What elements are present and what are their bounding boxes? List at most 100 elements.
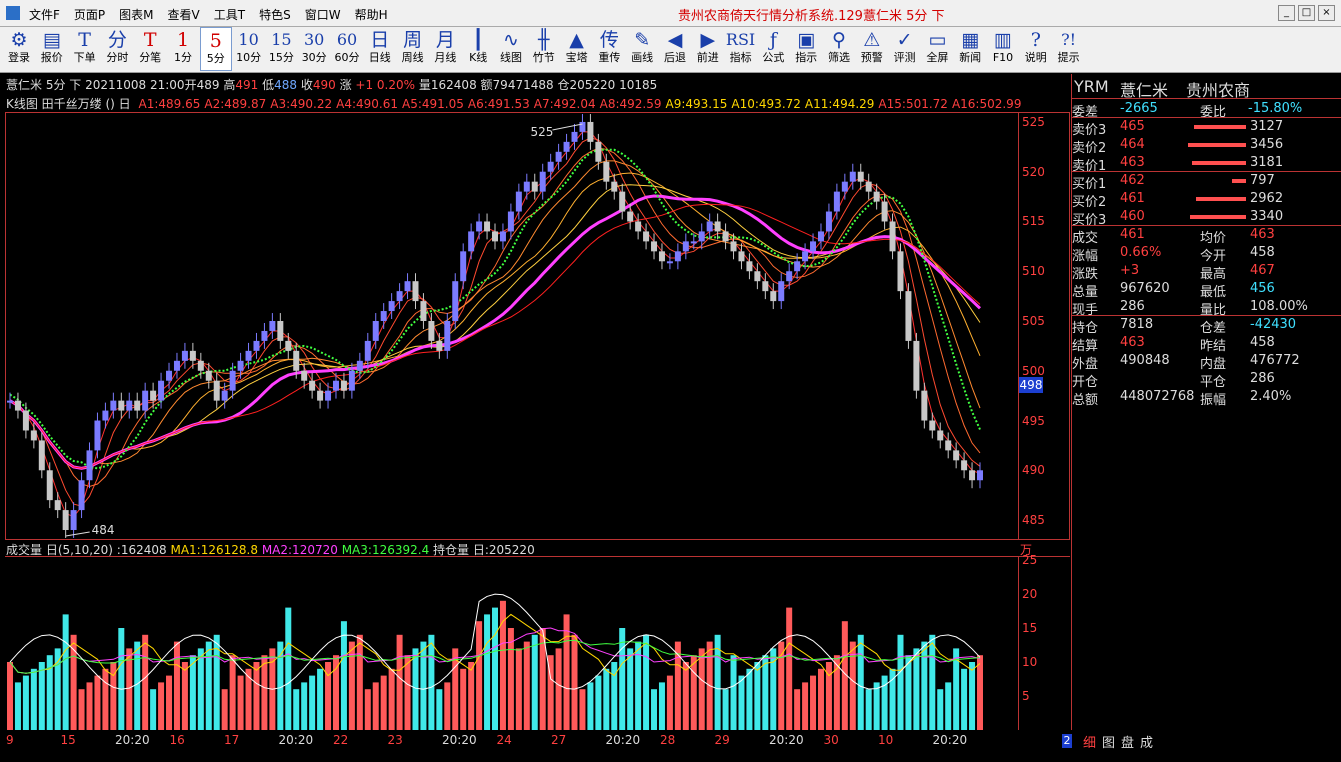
quote-row: 涨幅 0.66% 今开 458	[1072, 244, 1341, 264]
quote-row: 外盘 490848 内盘 476772	[1072, 352, 1341, 372]
volume-bar	[317, 668, 324, 730]
orderbook-price: 462	[1120, 173, 1145, 188]
volume-bar	[356, 634, 363, 730]
volume-bar	[929, 634, 936, 730]
stat-value: 458	[1250, 245, 1275, 260]
quote-tab-3[interactable]: 成	[1140, 736, 1153, 751]
stat-value: 463	[1250, 227, 1275, 242]
volume-bar	[913, 648, 920, 730]
stat-value: 286	[1250, 371, 1275, 386]
volume-bar	[181, 662, 188, 730]
volume-bar	[523, 641, 530, 730]
minimize-button[interactable]: _	[1278, 5, 1295, 21]
time-axis-label: 30	[823, 733, 839, 747]
volume-bar	[380, 675, 387, 730]
volume-bar	[587, 682, 594, 730]
volume-bar	[293, 689, 300, 730]
time-axis-label: 27	[551, 733, 567, 747]
stat-label: 振幅	[1200, 393, 1227, 408]
orderbook-depth-bar	[1196, 197, 1246, 201]
quote-tab-0[interactable]: 细	[1083, 736, 1096, 751]
orderbook-qty: 3127	[1250, 119, 1284, 134]
orderbook-depth-bar	[1188, 143, 1246, 147]
time-axis-label: 23	[387, 733, 403, 747]
quote-row: 涨跌 +3 最高 467	[1072, 262, 1341, 282]
stat-value: 286	[1120, 299, 1145, 314]
orderbook-price: 461	[1120, 191, 1145, 206]
quote-row: 卖价1 463 3181	[1072, 154, 1341, 174]
volume-bar	[412, 648, 419, 730]
volume-bar	[189, 655, 196, 730]
volume-bar	[579, 689, 586, 730]
volume-bar	[921, 641, 928, 730]
close-button[interactable]: ×	[1318, 5, 1335, 21]
quote-row: 成交 461 均价 463	[1072, 226, 1341, 246]
volume-bar	[150, 689, 157, 730]
volume-bar	[54, 648, 61, 730]
stat-value: 456	[1250, 281, 1275, 296]
time-axis-label: 28	[660, 733, 676, 747]
time-axis: 9 15 20:20 16 17 20:20 22 23 20:20 24 27 20:20 28 29 2…	[0, 733, 1070, 751]
quote-panel-header: YRM 薏仁米 贵州农商	[1072, 74, 1341, 100]
volume-bar	[571, 634, 578, 730]
volume-bar	[396, 634, 403, 730]
volume-bar	[945, 682, 952, 730]
wei-diff-value: -2665	[1120, 101, 1158, 116]
volume-bar	[865, 689, 872, 730]
volume-bar	[802, 682, 809, 730]
stat-value: 467	[1250, 263, 1275, 278]
volume-bar	[857, 634, 864, 730]
volume-bar	[14, 682, 21, 730]
quote-tab-1[interactable]: 图	[1102, 736, 1115, 751]
time-axis-label: 24	[496, 733, 512, 747]
volume-bar	[364, 689, 371, 730]
volume-bar	[499, 600, 506, 730]
volume-bar	[38, 662, 45, 730]
orderbook-qty: 3456	[1250, 137, 1284, 152]
volume-bar	[301, 682, 308, 730]
symbol-name: 薏仁米	[1120, 81, 1169, 100]
scroll-indicator[interactable]: 2	[1062, 734, 1072, 748]
volume-axis-label: 20	[1022, 587, 1038, 601]
volume-bar	[746, 668, 753, 730]
volume-bar	[905, 655, 912, 730]
stat-label: 总额	[1072, 393, 1099, 408]
maximize-button[interactable]: □	[1298, 5, 1315, 21]
volume-bar	[658, 682, 665, 730]
volume-bar	[595, 675, 602, 730]
orderbook-depth-bar	[1194, 125, 1246, 129]
volume-bar	[682, 662, 689, 730]
time-axis-label: 22	[333, 733, 349, 747]
volume-bar	[515, 648, 522, 730]
stat-value: 448072768	[1120, 389, 1195, 404]
volume-bar	[690, 655, 697, 730]
volume-axis-label: 10	[1022, 655, 1038, 669]
volume-bar	[94, 675, 101, 730]
time-axis-label: 20:20	[605, 733, 641, 747]
volume-bar	[372, 682, 379, 730]
volume-bar	[651, 689, 658, 730]
quote-row: 买价1 462 797	[1072, 172, 1341, 192]
volume-bar	[118, 628, 125, 730]
volume-bar	[738, 675, 745, 730]
volume-bar	[817, 668, 824, 730]
volume-bar	[30, 668, 37, 730]
volume-bar	[86, 682, 93, 730]
volume-chart[interactable]	[0, 0, 1070, 760]
volume-bar	[166, 675, 173, 730]
quote-tab-2[interactable]: 盘	[1121, 736, 1134, 751]
quote-row: 开仓 平仓 286	[1072, 370, 1341, 390]
volume-bar	[969, 662, 976, 730]
volume-bar	[158, 682, 165, 730]
orderbook-depth-bar	[1232, 179, 1246, 183]
volume-bar	[492, 607, 498, 730]
quote-row: 买价3 460 3340	[1072, 208, 1341, 228]
volume-bar	[666, 675, 673, 730]
quote-row: 委差 -2665 委比 -15.80%	[1072, 100, 1341, 120]
volume-bar	[444, 682, 451, 730]
symbol-code: YRM	[1074, 77, 1109, 96]
volume-bar	[698, 648, 705, 730]
quote-row: 卖价3 465 3127	[1072, 118, 1341, 138]
volume-bar	[428, 634, 435, 730]
volume-bar	[340, 621, 347, 730]
